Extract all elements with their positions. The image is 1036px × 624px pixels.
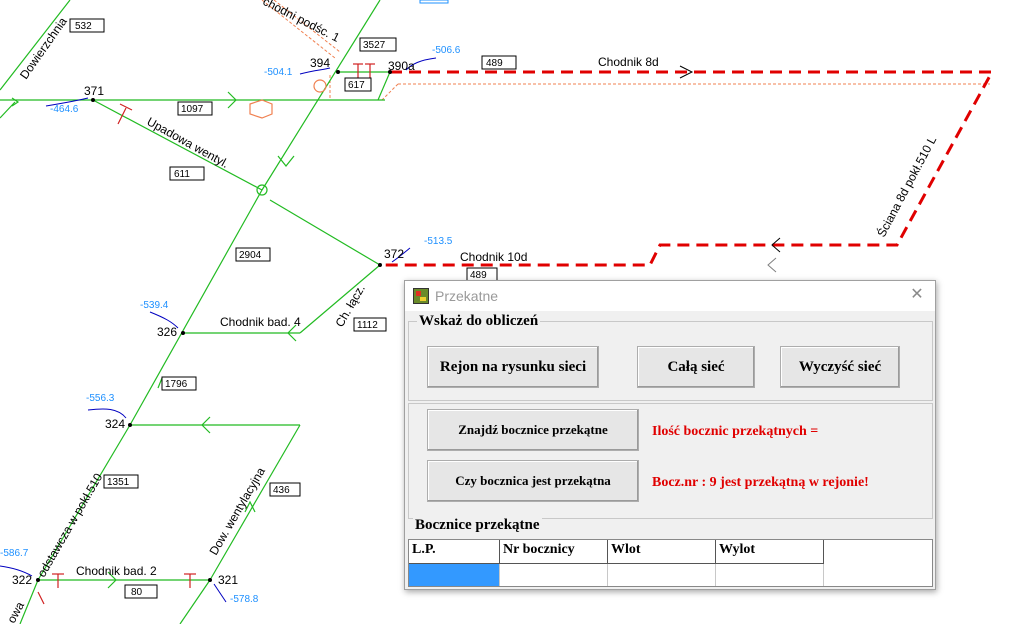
road-label: Chodnik bad. 4 [220,315,301,329]
length-label: 1112 [357,320,378,331]
road-label: Chodnik bad. 2 [76,564,157,578]
node-label: 372 [384,247,404,261]
clear-network-button[interactable]: Wyczyść sieć [780,346,900,388]
length-label: 1351 [107,477,130,488]
road-label: chodni podśc. 1 [261,0,343,45]
table-cell[interactable] [608,564,716,586]
road-label: Dowierzchnia [17,14,70,81]
column-header[interactable]: Nr bocznicy [500,540,608,564]
column-header[interactable]: L.P. [409,540,500,564]
length-label: 1796 [165,379,188,390]
length-label: 1097 [181,104,204,115]
dialog-title: Przekatne [435,288,499,304]
length-label: 489 [486,58,503,69]
pressure-label: -504.1 [264,67,293,78]
dialog-titlebar[interactable]: Przekatne ✕ [405,281,935,311]
length-label: 611 [174,169,190,180]
table-title: Bocznice przekątne [413,517,542,534]
table-cell[interactable] [716,564,824,586]
pressure-label: -464.6 [50,104,79,115]
pressure-label: -506.6 [432,45,461,56]
length-label: 2904 [239,250,262,261]
length-label: 80 [131,587,143,598]
whole-network-button[interactable]: Całą sieć [637,346,755,388]
select-area-group-title: Wskaż do obliczeń [417,313,541,330]
length-label: 532 [75,21,92,32]
pressure-label: -556.3 [86,393,115,404]
find-diagonals-button[interactable]: Znajdź bocznice przekątne [427,409,639,451]
road-label: owa [4,599,27,624]
node-label: 321 [218,573,238,587]
diagonal-branches-table[interactable]: L.P. Nr bocznicy Wlot Wylot [408,539,933,587]
road-label: Chodnik 10d [460,250,527,264]
node-label: 394 [310,56,330,70]
road-label: Upadowa wentyl. [145,114,232,171]
app-icon [413,288,429,304]
actions-group: Znajdź bocznice przekątne Ilość bocznic … [408,403,933,519]
road-label: Dow. wentylacyjna [206,465,268,558]
diagonal-result-text: Bocz.nr : 9 jest przekątną w rejonie! [652,475,869,490]
length-label: 617 [348,80,365,91]
pressure-label: -513.5 [424,236,453,247]
pressure-label: -539.4 [140,300,169,311]
node-label: 326 [157,325,177,339]
length-label: 436 [273,485,290,496]
diagonal-count-text: Ilość bocznic przekątnych = [652,424,819,439]
column-header[interactable]: Wylot [716,540,824,564]
node-label: 390a [388,59,415,73]
column-header[interactable]: Wlot [608,540,716,564]
diagonal-airways [380,65,995,273]
pressure-label: -578.8 [230,594,259,605]
select-area-group: Wskaż do obliczeń Rejon na rysunku sieci… [408,313,933,401]
node-label: 371 [84,84,104,98]
table-cell[interactable] [500,564,608,586]
node-label: 322 [12,573,32,587]
length-label: 3527 [363,40,386,51]
close-icon[interactable]: ✕ [907,285,927,305]
node-label: 324 [105,417,125,431]
pressure-label: -586.7 [0,548,29,559]
check-diagonal-button[interactable]: Czy bocznica jest przekątna [427,460,639,502]
table-cell-selected[interactable] [409,564,500,586]
road-label: Chodnik 8d [598,55,659,69]
region-button[interactable]: Rejon na rysunku sieci [427,346,599,388]
diagonal-branches-dialog: Przekatne ✕ Wskaż do obliczeń Rejon na r… [404,280,936,590]
